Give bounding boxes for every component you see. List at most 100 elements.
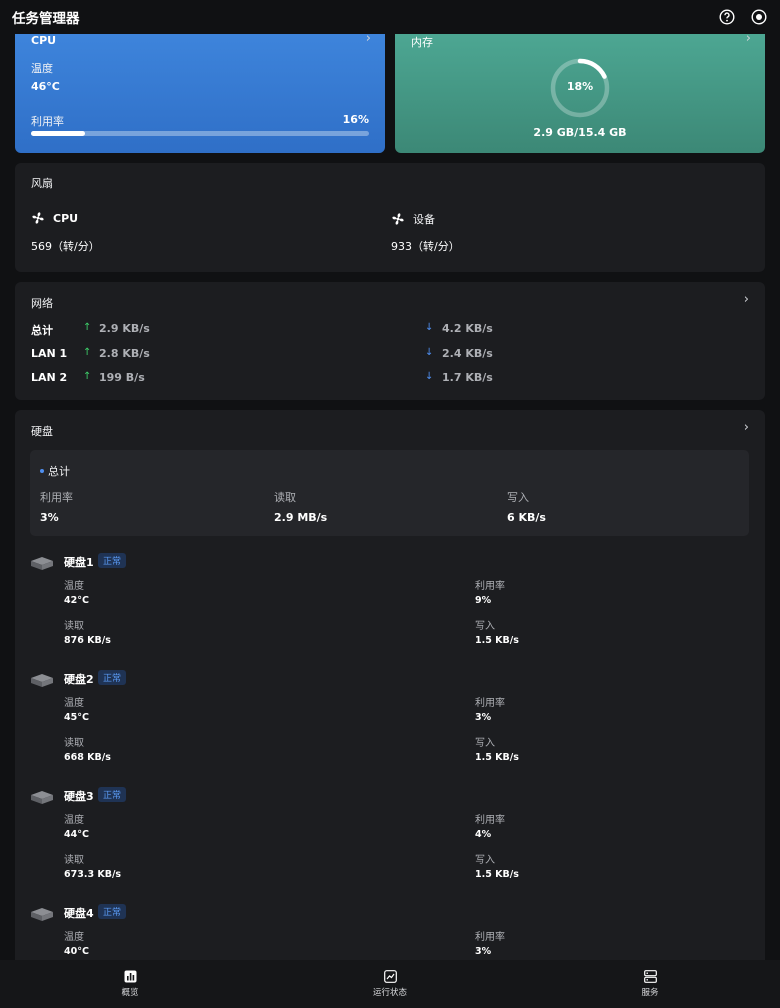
disk-usage-label: 利用率 [475, 698, 505, 709]
disk-temp-label: 温度 [64, 815, 84, 826]
bottom-tab-bar: 概览 运行状态 服务 [0, 960, 780, 1008]
fan-icon [392, 213, 404, 225]
top-bar: 任务管理器 [0, 0, 780, 34]
disk-read-label: 读取 [64, 621, 84, 632]
disk-summary-read-label: 读取 [274, 491, 296, 504]
disk-temp-label: 温度 [64, 698, 84, 709]
disk-read-value: 673.3 KB/s [64, 869, 122, 880]
disk-usage-label: 利用率 [475, 815, 505, 826]
fan-device-name: 设备 [413, 213, 435, 226]
content-scroll[interactable]: CPU › 温度 46°C 利用率 16% 内存 › 18% 2.9 GB/15… [0, 34, 780, 960]
network-title: 网络 [31, 297, 53, 310]
network-row-down: 4.2 KB/s [442, 322, 493, 335]
memory-card[interactable]: 内存 › 18% 2.9 GB/15.4 GB [395, 34, 765, 153]
chevron-right-icon: › [365, 34, 371, 46]
disk-item[interactable]: 硬盘2 正常 温度 45°C 利用率 3% 读取 668 KB/s 写入 1.5… [15, 667, 765, 777]
cpu-usage-label: 利用率 [31, 115, 64, 128]
disk-read-value: 668 KB/s [64, 752, 111, 763]
disk-item[interactable]: 硬盘3 正常 温度 44°C 利用率 4% 读取 673.3 KB/s 写入 1… [15, 784, 765, 894]
disk-name: 硬盘2 [64, 673, 94, 686]
chevron-right-icon: › [745, 34, 751, 46]
disk-usage-value: 3% [475, 712, 492, 723]
disk-temp-label: 温度 [64, 581, 84, 592]
help-icon[interactable] [718, 8, 736, 26]
overview-icon [124, 970, 136, 983]
download-arrow-icon: ↓ [425, 347, 434, 358]
cpu-usage-track [31, 131, 369, 136]
disk-temp-value: 45°C [64, 712, 89, 723]
download-arrow-icon: ↓ [425, 371, 434, 382]
network-row-down: 1.7 KB/s [442, 371, 493, 384]
network-row-up: 2.9 KB/s [99, 322, 150, 335]
chevron-right-icon: › [743, 420, 749, 435]
disk-summary-title: 总计 [48, 465, 70, 478]
hard-disk-icon [31, 674, 53, 687]
fans-card: 风扇 CPU 569（转/分） 设备 933（转/分） [15, 163, 765, 272]
disks-title: 硬盘 [31, 425, 53, 438]
fan-device-speed: 933（转/分） [391, 240, 460, 253]
tab-services[interactable]: 服务 [520, 960, 780, 1008]
network-row-name: LAN 1 [31, 347, 68, 360]
status-chart-icon [383, 970, 397, 983]
network-row-up: 199 B/s [99, 371, 145, 384]
tab-label: 运行状态 [372, 988, 407, 998]
disk-summary-usage-value: 3% [40, 511, 59, 524]
network-row-name: LAN 2 [31, 371, 68, 384]
fan-device: 设备 [391, 211, 435, 227]
disk-write-value: 1.5 KB/s [475, 635, 519, 646]
disk-read-label: 读取 [64, 738, 84, 749]
disk-temp-label: 温度 [64, 932, 84, 943]
disk-usage-value: 9% [475, 595, 492, 606]
tab-label: 服务 [641, 988, 659, 998]
disk-write-label: 写入 [475, 855, 495, 866]
disk-summary-usage-label: 利用率 [40, 491, 73, 504]
chevron-right-icon: › [743, 292, 749, 307]
status-badge: 正常 [98, 670, 127, 685]
fan-cpu-speed: 569（转/分） [31, 240, 100, 253]
upload-arrow-icon: ↑ [83, 322, 92, 333]
hard-disk-icon [31, 791, 53, 804]
disks-card[interactable]: 硬盘 › 总计 利用率 3% 读取 2.9 MB/s 写入 6 KB/s 硬盘1… [15, 410, 765, 960]
disk-name: 硬盘4 [64, 907, 94, 920]
status-badge: 正常 [98, 553, 127, 568]
disk-summary-write-value: 6 KB/s [507, 511, 546, 524]
cpu-usage-fill [31, 131, 86, 136]
network-row-up: 2.8 KB/s [99, 347, 150, 360]
network-row-name: 总计 [31, 324, 53, 337]
hard-disk-icon [31, 908, 53, 921]
cpu-temp-label: 温度 [31, 62, 53, 75]
tab-status[interactable]: 运行状态 [260, 960, 520, 1008]
network-card[interactable]: 网络 › 总计 ↑ 2.9 KB/s ↓ 4.2 KB/s LAN 1 ↑ 2.… [15, 282, 765, 400]
disk-summary-header: 总计 [40, 463, 70, 479]
disk-write-value: 1.5 KB/s [475, 869, 519, 880]
bullet-dot-icon [40, 469, 44, 473]
fan-icon [32, 212, 44, 224]
memory-percent: 18% [566, 80, 594, 93]
tab-label: 概览 [121, 988, 139, 998]
disk-item[interactable]: 硬盘1 正常 温度 42°C 利用率 9% 读取 876 KB/s 写入 1.5… [15, 550, 765, 660]
disk-usage-label: 利用率 [475, 581, 505, 592]
tab-overview[interactable]: 概览 [0, 960, 260, 1008]
cpu-usage-value: 16% [342, 113, 369, 126]
disk-temp-value: 42°C [64, 595, 89, 606]
record-icon[interactable] [750, 8, 768, 26]
disk-item[interactable]: 硬盘4 正常 温度 40°C 利用率 3% [15, 901, 765, 960]
disk-usage-value: 4% [475, 829, 492, 840]
disk-write-label: 写入 [475, 621, 495, 632]
fan-cpu-name: CPU [53, 211, 79, 225]
status-badge: 正常 [98, 904, 127, 919]
disk-summary-read-value: 2.9 MB/s [274, 511, 328, 524]
fan-cpu: CPU [31, 211, 78, 225]
status-badge: 正常 [98, 787, 127, 802]
disk-usage-label: 利用率 [475, 932, 505, 943]
upload-arrow-icon: ↑ [83, 371, 92, 382]
network-row-down: 2.4 KB/s [442, 347, 493, 360]
disk-name: 硬盘3 [64, 790, 94, 803]
disk-write-label: 写入 [475, 738, 495, 749]
fans-title: 风扇 [31, 177, 53, 190]
disk-temp-value: 40°C [64, 946, 89, 957]
memory-used-total: 2.9 GB/15.4 GB [533, 126, 627, 139]
disk-read-label: 读取 [64, 855, 84, 866]
cpu-title: CPU [31, 34, 57, 47]
cpu-card[interactable]: CPU › 温度 46°C 利用率 16% [15, 34, 385, 153]
